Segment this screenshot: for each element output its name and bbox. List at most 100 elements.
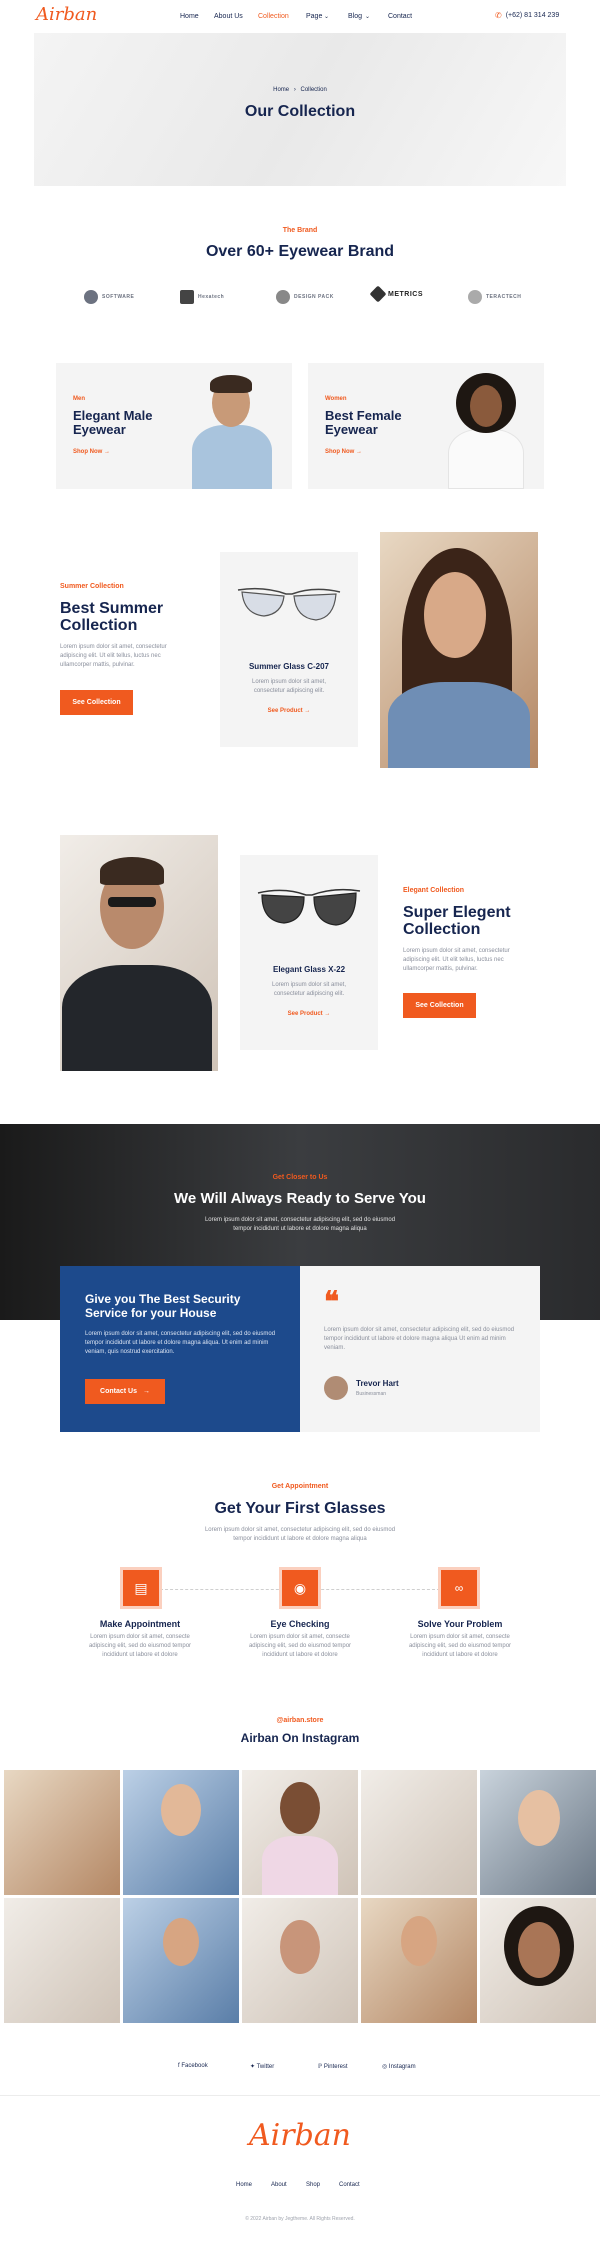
designpack-logo-icon bbox=[276, 290, 290, 304]
brand-logo-teractech: TERACTECH bbox=[468, 290, 521, 304]
instagram-photo[interactable] bbox=[242, 1770, 358, 1895]
pinterest-icon: ℙ bbox=[318, 2064, 323, 2070]
hexatech-logo-icon bbox=[180, 290, 194, 304]
nav-collection[interactable]: Collection bbox=[258, 13, 289, 20]
serve-text: Lorem ipsum dolor sit amet, consectetur … bbox=[204, 1217, 396, 1232]
instagram-photo[interactable] bbox=[123, 1770, 239, 1895]
eye-icon: ◉ bbox=[279, 1567, 321, 1609]
quote-icon: ❝ bbox=[324, 1285, 340, 1318]
instagram-link[interactable]: ◎ Instagram bbox=[382, 2063, 416, 2070]
instagram-photo[interactable] bbox=[242, 1898, 358, 2023]
calendar-icon: ▤ bbox=[120, 1567, 162, 1609]
footer-link-home[interactable]: Home bbox=[236, 2182, 252, 2188]
footer-link-contact[interactable]: Contact bbox=[339, 2182, 360, 2188]
testimonial-name: Trevor Hart bbox=[356, 1379, 399, 1388]
elegant-glasses-icon bbox=[257, 888, 361, 926]
promo-model-photo bbox=[438, 373, 534, 489]
serve-eyebrow: Get Closer to Us bbox=[272, 1174, 328, 1181]
brand-title: Over 60+ Eyewear Brand bbox=[205, 243, 395, 260]
footer-divider bbox=[0, 2095, 600, 2096]
instagram-photo[interactable] bbox=[4, 1898, 120, 2023]
breadcrumb-home[interactable]: Home bbox=[273, 87, 289, 93]
nav-page[interactable]: Page bbox=[306, 13, 322, 20]
testimonial-text: Lorem ipsum dolor sit amet, consectetur … bbox=[324, 1327, 515, 1351]
pinterest-link[interactable]: ℙ Pinterest bbox=[318, 2063, 348, 2070]
instagram-grid bbox=[4, 1770, 596, 2026]
security-text: Lorem ipsum dolor sit amet, consectetur … bbox=[85, 1331, 276, 1355]
summer-title: Best Summer Collection bbox=[60, 600, 164, 634]
step-make-appointment: ▤ Make Appointment Lorem ipsum dolor sit… bbox=[80, 1567, 200, 1677]
teractech-logo-icon bbox=[468, 290, 482, 304]
software-logo-icon bbox=[84, 290, 98, 304]
appointment-title: Get Your First Glasses bbox=[214, 1500, 386, 1517]
product-text: Lorem ipsum dolor sit amet, consectetur … bbox=[251, 679, 327, 694]
instagram-handle[interactable]: @airban.store bbox=[0, 1717, 600, 1724]
arrow-right-icon: → bbox=[304, 708, 311, 714]
nav-about[interactable]: About Us bbox=[214, 13, 243, 20]
arrow-right-icon: → bbox=[324, 1011, 331, 1017]
instagram-photo[interactable] bbox=[4, 1770, 120, 1895]
instagram-photo[interactable] bbox=[480, 1898, 596, 2023]
promo-card-women[interactable]: Women Best Female Eyewear Shop Now → bbox=[308, 363, 544, 489]
footer-nav: Home About Shop Contact bbox=[0, 2182, 600, 2192]
breadcrumb: Home › Collection bbox=[34, 87, 566, 93]
site-logo[interactable]: Airban bbox=[36, 4, 97, 25]
elegant-text: Lorem ipsum dolor sit amet, consectetur … bbox=[403, 948, 510, 972]
testimonial-card: ❝ Lorem ipsum dolor sit amet, consectetu… bbox=[300, 1266, 540, 1432]
brand-logos: SOFTWARE Hexatech DESIGN PACK METRICS TE… bbox=[84, 285, 524, 308]
summer-see-collection-button[interactable]: See Collection bbox=[60, 690, 133, 715]
serve-title: We Will Always Ready to Serve You bbox=[174, 1190, 426, 1207]
elegant-see-collection-button[interactable]: See Collection bbox=[403, 993, 476, 1018]
instagram-photo[interactable] bbox=[361, 1898, 477, 2023]
contact-us-button[interactable]: Contact Us → bbox=[85, 1379, 165, 1404]
step-title: Make Appointment bbox=[99, 1619, 181, 1629]
step-eye-checking: ◉ Eye Checking Lorem ipsum dolor sit ame… bbox=[240, 1567, 360, 1677]
security-panel: Give you The Best Security Service for y… bbox=[60, 1266, 300, 1432]
summer-eyebrow: Summer Collection bbox=[60, 583, 124, 590]
see-product-link[interactable]: See Product → bbox=[240, 1011, 378, 1017]
shop-now-link[interactable]: Shop Now → bbox=[325, 449, 362, 455]
brand-eyebrow: The Brand bbox=[282, 227, 318, 234]
promo-eyebrow: Men bbox=[73, 396, 85, 402]
header-phone[interactable]: ✆ (+62) 81 314 239 bbox=[495, 11, 559, 20]
arrow-right-icon: → bbox=[142, 1388, 150, 1395]
twitter-link[interactable]: ✦ Twitter bbox=[250, 2063, 274, 2070]
blog-chevron-down-icon: ⌄ bbox=[365, 14, 371, 20]
facebook-link[interactable]: f Facebook bbox=[178, 2063, 208, 2069]
step-text: Lorem ipsum dolor sit amet, consecte adi… bbox=[408, 1634, 512, 1658]
nav-blog[interactable]: Blog bbox=[348, 13, 362, 20]
appointment-text: Lorem ipsum dolor sit amet, consectetur … bbox=[204, 1527, 396, 1542]
instagram-photo[interactable] bbox=[123, 1898, 239, 2023]
nav-home[interactable]: Home bbox=[180, 13, 199, 20]
brand-logo-software: SOFTWARE bbox=[84, 290, 134, 304]
promo-title: Best Female Eyewear bbox=[325, 408, 402, 437]
hero-banner: Home › Collection Our Collection bbox=[34, 33, 566, 186]
instagram-photo[interactable] bbox=[361, 1770, 477, 1895]
summer-glasses-icon bbox=[237, 587, 341, 621]
promo-card-men[interactable]: Men Elegant Male Eyewear Shop Now → bbox=[56, 363, 292, 489]
glasses-icon: ∞ bbox=[438, 1567, 480, 1609]
product-name: Summer Glass C-207 bbox=[248, 662, 330, 671]
step-text: Lorem ipsum dolor sit amet, consecte adi… bbox=[248, 1634, 352, 1658]
instagram-title: Airban On Instagram bbox=[240, 1731, 360, 1745]
arrow-right-icon: → bbox=[356, 449, 363, 455]
avatar bbox=[324, 1376, 348, 1400]
arrow-right-icon: → bbox=[104, 449, 111, 455]
see-product-link[interactable]: See Product → bbox=[220, 708, 358, 714]
elegant-eyebrow: Elegant Collection bbox=[403, 887, 465, 894]
footer-link-about[interactable]: About bbox=[271, 2182, 287, 2188]
instagram-photo[interactable] bbox=[480, 1770, 596, 1895]
brand-logo-designpack: DESIGN PACK bbox=[276, 290, 334, 304]
appointment-eyebrow: Get Appointment bbox=[271, 1483, 329, 1490]
facebook-icon: f bbox=[178, 2063, 180, 2069]
footer-logo[interactable]: Airban bbox=[0, 2118, 600, 2153]
promo-model-photo bbox=[184, 373, 280, 489]
elegant-product-card[interactable]: Elegant Glass X-22 Lorem ipsum dolor sit… bbox=[240, 855, 378, 1050]
shop-now-link[interactable]: Shop Now → bbox=[73, 449, 110, 455]
summer-product-card[interactable]: Summer Glass C-207 Lorem ipsum dolor sit… bbox=[220, 552, 358, 747]
footer-link-shop[interactable]: Shop bbox=[306, 2182, 320, 2188]
elegant-model-photo bbox=[60, 835, 218, 1071]
step-solve-problem: ∞ Solve Your Problem Lorem ipsum dolor s… bbox=[400, 1567, 520, 1677]
elegant-title: Super Elegent Collection bbox=[403, 904, 511, 938]
nav-contact[interactable]: Contact bbox=[388, 13, 412, 20]
